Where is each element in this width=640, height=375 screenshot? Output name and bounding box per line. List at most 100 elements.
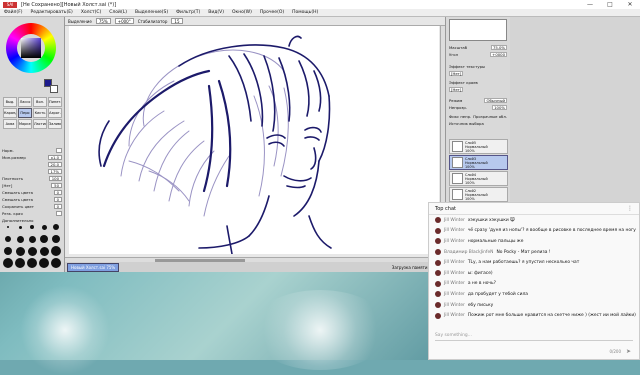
chat-author[interactable]: Jill Winter [444,260,465,265]
chat-author[interactable]: Jill Winter [444,292,465,297]
brush-size-dot[interactable] [51,246,61,256]
chat-message-input[interactable]: Say something... [435,333,633,341]
chat-author[interactable]: Jill Winter [444,303,465,308]
canvas-tab[interactable]: Новый Холст.sai 75% [67,262,120,272]
menu-canvas[interactable]: Холст(C) [81,10,101,15]
option-value[interactable] [56,211,62,216]
brush-size-dot[interactable] [15,246,25,256]
layer-item[interactable]: Слой2 Нормальный 100% [449,187,508,202]
chat-author[interactable]: Jill Winter [444,271,465,276]
brush-size-dot[interactable] [27,222,37,232]
brush-size-dot[interactable] [15,258,25,268]
send-icon[interactable]: ➤ [626,348,633,355]
brush-size-dot[interactable] [51,222,61,232]
navigator-preview[interactable] [449,19,507,41]
tool-watercolor[interactable]: Аква [3,119,17,129]
brush-size-dot[interactable] [39,234,49,244]
avatar[interactable] [435,270,441,277]
layer-item[interactable]: Слой5 Нормальный 100% [449,139,508,154]
tool-magic-wand[interactable]: Вол. [33,97,47,107]
lock-opacity-checkbox[interactable]: Фикс непр. [449,114,471,119]
color-wheel[interactable] [6,23,56,73]
menu-other[interactable]: Прочее(O) [260,10,284,15]
tool-marker[interactable]: Маркер [18,119,32,129]
blend-mode-select[interactable]: Обычный [484,97,507,103]
more-options-icon[interactable]: ⋮ [627,205,633,212]
avatar[interactable] [435,302,441,309]
menu-edit[interactable]: Редактировать(E) [31,10,73,15]
option-value[interactable]: x1.0 [47,155,62,160]
opacity-value[interactable]: 100% [492,104,507,110]
option-value[interactable]: 0 [53,190,62,195]
stabilizer-select[interactable]: 15 [171,18,183,24]
menu-filter[interactable]: Фильтр(T) [176,10,200,15]
tool-lasso[interactable]: Лассо [18,97,32,107]
brush-size-dot[interactable] [27,234,37,244]
option-value[interactable]: 0 [53,204,62,209]
brush-size-dot[interactable] [15,222,25,232]
maximize-button[interactable]: □ [600,0,620,9]
color-square[interactable] [21,38,41,58]
layer-item[interactable]: Слой3 Нормальный 100% [449,155,508,170]
option-value[interactable]: 100 [48,176,62,181]
avatar[interactable] [435,291,441,298]
chat-author[interactable]: Владимир BlackJinfeN [444,250,493,255]
tool-airbrush[interactable]: Аэрог. [48,108,62,118]
menu-selection[interactable]: Выделение(S) [135,10,168,15]
brush-size-dot[interactable] [39,222,49,232]
texture-select[interactable]: [Нет] [449,70,464,76]
option-value[interactable]: 50 [51,183,62,188]
brush-size-dot[interactable] [15,234,25,244]
brush-size-dot[interactable] [39,246,49,256]
zoom-field[interactable]: 75% [95,18,111,24]
selection-source-checkbox[interactable]: Источник выбора [449,121,484,126]
layer-item[interactable]: Слой4 Нормальный 100% [449,171,508,186]
avatar[interactable] [435,280,441,287]
option-value[interactable]: 0 [53,197,62,202]
close-button[interactable]: ✕ [620,0,640,9]
avatar[interactable] [435,227,441,234]
clipping-checkbox[interactable]: Прозрачные обл. [473,114,507,119]
chat-author[interactable]: Jill Winter [444,281,465,286]
tool-eyedropper[interactable]: Пипет. [48,97,62,107]
angle-value[interactable]: +0000 [490,51,507,57]
option-value[interactable] [56,148,62,153]
brush-size-dot[interactable] [39,258,49,268]
edge-select[interactable]: [Нет] [449,86,464,92]
selection-toggle[interactable]: Выделение [68,19,92,24]
drawing-canvas[interactable] [69,26,439,254]
avatar[interactable] [435,312,441,319]
tool-pencil[interactable]: Карандаш [3,108,17,118]
brush-size-dot[interactable] [3,222,13,232]
minimize-button[interactable]: — [580,0,600,9]
chat-author[interactable]: Jill Winter [444,228,465,233]
menu-file[interactable]: Файл(F) [4,10,23,15]
tool-eraser[interactable]: Ластик [33,119,47,129]
brush-size-dot[interactable] [3,246,13,256]
chat-author[interactable]: Jill Winter [444,218,465,223]
tool-select[interactable]: Выд. [3,97,17,107]
secondary-color-swatch[interactable] [50,85,58,93]
avatar[interactable] [435,238,441,245]
tool-pen[interactable]: Перо [18,108,32,118]
menu-view[interactable]: Вид(V) [208,10,224,15]
brush-size-dot[interactable] [51,234,61,244]
menu-window[interactable]: Окно(W) [232,10,252,15]
brush-size-dot[interactable] [27,258,37,268]
avatar[interactable] [435,217,441,224]
avatar[interactable] [435,249,441,256]
menu-help[interactable]: Помощь(H) [292,10,318,15]
chat-author[interactable]: Jill Winter [444,313,465,318]
rotate-field[interactable]: +000° [114,18,134,24]
chat-author[interactable]: Jill Winter [444,239,465,244]
avatar[interactable] [435,259,441,266]
menu-layer[interactable]: Слой(L) [109,10,127,15]
tool-bucket[interactable]: Заливка [48,119,62,129]
zoom-value[interactable]: 75.0% [490,44,507,50]
brush-size-dot[interactable] [3,258,13,268]
tool-brush[interactable]: Кисть [33,108,47,118]
option-value[interactable]: 20.0 [47,162,62,167]
brush-size-dot[interactable] [27,246,37,256]
chat-mode-selector[interactable]: Top chat [435,206,456,212]
brush-size-dot[interactable] [51,258,61,268]
